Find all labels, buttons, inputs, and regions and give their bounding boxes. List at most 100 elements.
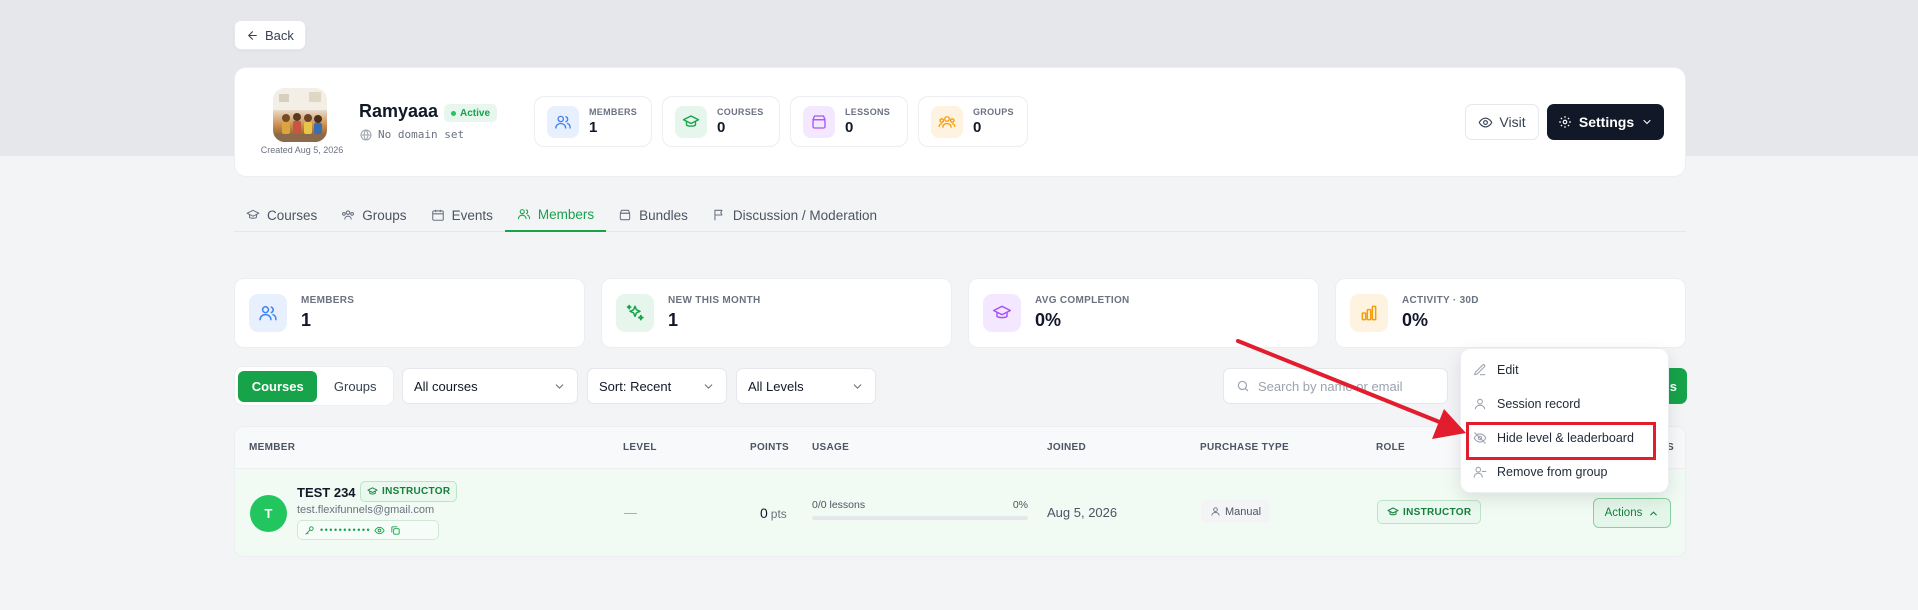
courses-select[interactable]: All courses [402, 368, 578, 404]
graduation-cap-icon [367, 486, 378, 497]
points-value: 0 [760, 505, 768, 521]
status-dot-icon [451, 110, 456, 116]
annotation-arrow-icon [1236, 339, 1466, 439]
metric-card-members: MEMBERS 1 [234, 278, 585, 348]
key-icon [304, 525, 315, 536]
graduation-cap-icon [983, 294, 1021, 332]
user-icon [1210, 506, 1221, 517]
level-value: — [624, 505, 637, 520]
levels-select[interactable]: All Levels [736, 368, 876, 404]
tab-bundles[interactable]: Bundles [606, 198, 700, 232]
settings-button[interactable]: Settings [1547, 104, 1664, 140]
joined-date: Aug 5, 2026 [1047, 505, 1118, 520]
metric-card-new-this-month: NEW THIS MONTH 1 [601, 278, 952, 348]
tab-events[interactable]: Events [419, 198, 505, 232]
settings-label: Settings [1578, 114, 1635, 130]
arrow-left-icon [246, 29, 259, 42]
menu-item-session-record[interactable]: Session record [1461, 389, 1668, 419]
tab-groups[interactable]: Groups [329, 198, 418, 232]
stat-value: 0 [845, 119, 854, 136]
menu-item-label: Remove from group [1497, 465, 1608, 479]
package-icon [618, 208, 632, 222]
password-field: • • • • • • • • • • • [297, 520, 439, 540]
archive-icon [803, 105, 835, 138]
section-tabs: Courses Groups Events Members Bundles Di… [234, 198, 1686, 232]
annotation-highlight-box [1466, 422, 1656, 460]
calendar-icon [431, 208, 445, 222]
sparkles-icon [616, 294, 654, 332]
column-header: LEVEL [623, 442, 657, 453]
sort-select[interactable]: Sort: Recent [587, 368, 727, 404]
metric-value: 0% [1402, 310, 1429, 330]
purchase-type-label: Manual [1225, 505, 1262, 518]
user-icon [1473, 397, 1487, 411]
user-minus-icon [1473, 465, 1487, 479]
tab-label: Bundles [639, 207, 688, 223]
eye-icon [1478, 115, 1493, 130]
member-name: TEST 234 [297, 485, 356, 500]
usage-percent: 0% [1012, 499, 1028, 511]
users-icon [547, 105, 579, 138]
back-label: Back [265, 27, 294, 43]
domain-row: No domain set [360, 128, 464, 141]
menu-item-edit[interactable]: Edit [1461, 355, 1668, 385]
users-icon [517, 207, 531, 221]
metric-label: AVG COMPLETION [1035, 295, 1130, 306]
tab-label: Groups [362, 207, 407, 223]
metric-label: MEMBERS [301, 295, 355, 306]
tab-label: Discussion / Moderation [732, 207, 877, 223]
header-stat-members: MEMBERS 1 [534, 96, 652, 147]
instructor-badge: INSTRUCTOR [360, 481, 458, 502]
password-mask: • • • • • • • • • • • [320, 525, 370, 535]
view-toggle: Courses Groups [234, 366, 394, 406]
usage-cell: 0/0 lessons 0% [812, 499, 1028, 520]
actions-menu: Edit Session record Hide level & leaderb… [1460, 348, 1669, 493]
copy-icon[interactable] [390, 525, 401, 536]
tab-label: Members [537, 206, 595, 222]
role-badge: INSTRUCTOR [1377, 500, 1482, 524]
community-name: Ramyaaa [359, 101, 439, 121]
actions-button[interactable]: Actions [1593, 498, 1671, 528]
menu-item-remove-from-group[interactable]: Remove from group [1461, 457, 1668, 487]
chevron-down-icon [851, 380, 864, 393]
usage-progress-bar [812, 516, 1028, 520]
edit-icon [1473, 363, 1487, 377]
tab-courses[interactable]: Courses [234, 198, 329, 232]
column-header: JOINED [1047, 442, 1087, 453]
status-badge: Active [444, 104, 498, 122]
visit-button[interactable]: Visit [1465, 104, 1539, 140]
avatar: T [250, 495, 287, 532]
role-label: INSTRUCTOR [1403, 506, 1472, 518]
column-header: USAGE [812, 442, 850, 453]
header-stat-groups: GROUPS 0 [918, 96, 1028, 147]
graduation-cap-icon [246, 208, 260, 222]
toggle-groups-button[interactable]: Groups [320, 371, 390, 402]
metric-value: 0% [1035, 310, 1062, 330]
metric-value: 1 [301, 310, 312, 330]
community-avatar[interactable] [273, 88, 327, 142]
chevron-down-icon [702, 380, 715, 393]
back-button[interactable]: Back [234, 20, 306, 50]
stat-label: GROUPS [973, 107, 1014, 117]
select-value: Sort: Recent [599, 378, 672, 394]
toggle-courses-button[interactable]: Courses [238, 370, 318, 402]
stat-value: 1 [589, 119, 598, 136]
metric-label: ACTIVITY · 30D [1402, 295, 1479, 306]
stat-value: 0 [717, 119, 726, 136]
select-value: All courses [414, 378, 478, 394]
points-cell: 0 pts [760, 505, 787, 521]
column-header: POINTS [750, 442, 790, 453]
tab-members[interactable]: Members [504, 198, 607, 232]
column-header: MEMBER [249, 442, 296, 453]
stat-label: MEMBERS [589, 107, 638, 117]
chevron-down-icon [1641, 116, 1653, 128]
badge-label: INSTRUCTOR [382, 486, 451, 497]
status-label: Active [460, 107, 491, 119]
visit-label: Visit [1499, 114, 1526, 130]
eye-icon[interactable] [374, 525, 385, 536]
header-stat-courses: COURSES 0 [662, 96, 780, 147]
users-icon [249, 294, 287, 332]
tab-discussion-moderation[interactable]: Discussion / Moderation [700, 198, 889, 232]
graduation-cap-icon [675, 105, 707, 138]
flag-icon [712, 208, 726, 222]
